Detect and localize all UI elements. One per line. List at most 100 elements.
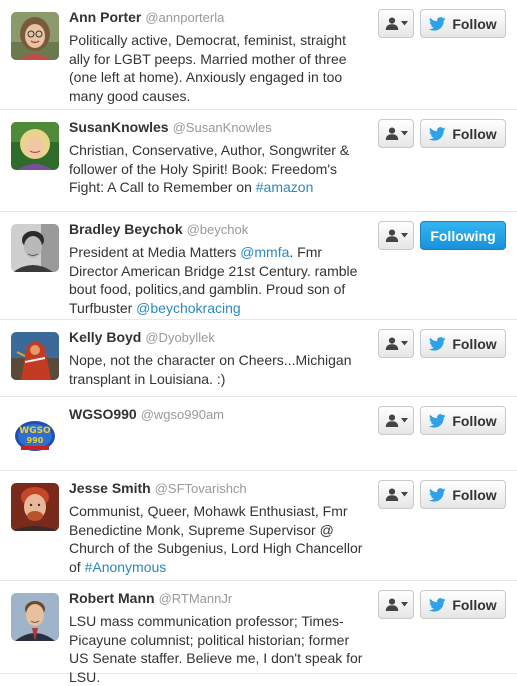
red-hair-man-avatar bbox=[11, 483, 59, 531]
user-handle[interactable]: @SusanKnowles bbox=[173, 120, 272, 135]
user-row: WGSO 990 WGSO990 @wgso990am Follow bbox=[0, 397, 517, 471]
person-icon bbox=[385, 337, 398, 350]
twitter-bird-icon bbox=[429, 336, 446, 351]
follow-button-label: Follow bbox=[452, 125, 497, 142]
user-fullname[interactable]: Ann Porter bbox=[69, 9, 141, 25]
user-handle[interactable]: @wgso990am bbox=[141, 407, 224, 422]
follow-button-label: Follow bbox=[452, 486, 497, 503]
user-bio: Christian, Conservative, Author, Songwri… bbox=[69, 141, 369, 197]
twitter-bird-icon bbox=[429, 597, 446, 612]
person-icon bbox=[385, 229, 398, 242]
follow-button[interactable]: Follow bbox=[420, 329, 506, 358]
user-fullname[interactable]: Jesse Smith bbox=[69, 480, 151, 496]
caret-down-icon bbox=[400, 602, 408, 607]
mention-link[interactable]: @mmfa bbox=[240, 244, 289, 260]
user-fullname[interactable]: SusanKnowles bbox=[69, 119, 169, 135]
caret-down-icon bbox=[400, 21, 408, 26]
follow-button-label: Following bbox=[430, 227, 496, 244]
follow-button[interactable]: Follow bbox=[420, 590, 506, 619]
user-handle[interactable]: @SFTovarishch bbox=[155, 481, 247, 496]
user-bio: LSU mass communication professor; Times-… bbox=[69, 612, 369, 686]
man-bw-avatar bbox=[11, 224, 59, 272]
avatar[interactable] bbox=[11, 122, 59, 170]
name-line: Robert Mann @RTMannJr bbox=[69, 590, 369, 610]
user-content: Bradley Beychok @beychok President at Med… bbox=[69, 221, 369, 317]
bio-text: President at Media Matters bbox=[69, 244, 241, 260]
svg-text:990: 990 bbox=[27, 436, 44, 445]
user-row: Bradley Beychok @beychok President at Med… bbox=[0, 212, 517, 320]
name-line: WGSO990 @wgso990am bbox=[69, 406, 369, 426]
avatar[interactable] bbox=[11, 593, 59, 641]
twitter-bird-icon bbox=[429, 413, 446, 428]
caret-down-icon bbox=[400, 341, 408, 346]
twitter-bird-icon bbox=[429, 16, 446, 31]
twitter-bird-icon bbox=[429, 487, 446, 502]
user-bio: Communist, Queer, Mohawk Enthusiast, Fmr… bbox=[69, 502, 369, 576]
who-to-follow-list: Ann Porter @annporterla Politically activ… bbox=[0, 0, 517, 685]
man-suit-avatar bbox=[11, 593, 59, 641]
user-fullname[interactable]: Robert Mann bbox=[69, 590, 155, 606]
user-actions-button[interactable] bbox=[378, 119, 414, 148]
user-handle[interactable]: @Dyobyllek bbox=[145, 330, 215, 345]
name-line: Bradley Beychok @beychok bbox=[69, 221, 369, 241]
user-handle[interactable]: @annporterla bbox=[145, 10, 224, 25]
follow-button[interactable]: Follow bbox=[420, 480, 506, 509]
user-actions-button[interactable] bbox=[378, 9, 414, 38]
person-icon bbox=[385, 414, 398, 427]
user-actions-button[interactable] bbox=[378, 590, 414, 619]
user-row: Ann Porter @annporterla Politically activ… bbox=[0, 0, 517, 110]
follow-button[interactable]: Follow bbox=[420, 9, 506, 38]
user-bio: Politically active, Democrat, feminist, … bbox=[69, 31, 369, 105]
user-content: Ann Porter @annporterla Politically activ… bbox=[69, 9, 369, 105]
name-line: Ann Porter @annporterla bbox=[69, 9, 369, 29]
follow-button-label: Follow bbox=[452, 596, 497, 613]
twitter-bird-icon bbox=[429, 126, 446, 141]
avatar[interactable]: WGSO 990 bbox=[11, 409, 59, 457]
person-icon bbox=[385, 598, 398, 611]
person-icon bbox=[385, 127, 398, 140]
avatar[interactable] bbox=[11, 332, 59, 380]
caret-down-icon bbox=[400, 418, 408, 423]
user-actions-button[interactable] bbox=[378, 221, 414, 250]
caret-down-icon bbox=[400, 233, 408, 238]
following-button[interactable]: Following bbox=[420, 221, 506, 250]
user-actions-button[interactable] bbox=[378, 406, 414, 435]
caret-down-icon bbox=[400, 492, 408, 497]
user-fullname[interactable]: WGSO990 bbox=[69, 406, 137, 422]
user-handle[interactable]: @RTMannJr bbox=[159, 591, 233, 606]
user-actions-button[interactable] bbox=[378, 329, 414, 358]
avatar[interactable] bbox=[11, 12, 59, 60]
user-bio: Nope, not the character on Cheers...Mich… bbox=[69, 351, 369, 388]
person-icon bbox=[385, 488, 398, 501]
red-costume-avatar bbox=[11, 332, 59, 380]
follow-button[interactable]: Follow bbox=[420, 119, 506, 148]
user-handle[interactable]: @beychok bbox=[187, 222, 249, 237]
user-row: Kelly Boyd @Dyobyllek Nope, not the chara… bbox=[0, 320, 517, 397]
hashtag-link[interactable]: #amazon bbox=[256, 179, 314, 195]
user-content: Robert Mann @RTMannJr LSU mass communicat… bbox=[69, 590, 369, 686]
radio-logo-avatar: WGSO990 bbox=[11, 409, 59, 457]
name-line: SusanKnowles @SusanKnowles bbox=[69, 119, 369, 139]
blonde-woman-avatar bbox=[11, 122, 59, 170]
hashtag-link[interactable]: #Anonymous bbox=[85, 559, 167, 575]
person-icon bbox=[385, 17, 398, 30]
name-line: Jesse Smith @SFTovarishch bbox=[69, 480, 369, 500]
user-row: Jesse Smith @SFTovarishch Communist, Quee… bbox=[0, 471, 517, 581]
user-actions-button[interactable] bbox=[378, 480, 414, 509]
follow-button-label: Follow bbox=[452, 412, 497, 429]
user-content: SusanKnowles @SusanKnowles Christian, Con… bbox=[69, 119, 369, 197]
mention-link[interactable]: @beychokracing bbox=[136, 300, 241, 316]
woman-glasses-avatar bbox=[11, 12, 59, 60]
follow-button-label: Follow bbox=[452, 335, 497, 352]
user-bio: President at Media Matters @mmfa. Fmr Di… bbox=[69, 243, 369, 317]
avatar[interactable] bbox=[11, 483, 59, 531]
user-row: SusanKnowles @SusanKnowles Christian, Con… bbox=[0, 110, 517, 212]
follow-button[interactable]: Follow bbox=[420, 406, 506, 435]
user-fullname[interactable]: Kelly Boyd bbox=[69, 329, 141, 345]
user-content: Jesse Smith @SFTovarishch Communist, Quee… bbox=[69, 480, 369, 576]
svg-text:WGSO: WGSO bbox=[19, 426, 51, 436]
name-line: Kelly Boyd @Dyobyllek bbox=[69, 329, 369, 349]
user-fullname[interactable]: Bradley Beychok bbox=[69, 221, 183, 237]
avatar[interactable] bbox=[11, 224, 59, 272]
caret-down-icon bbox=[400, 131, 408, 136]
